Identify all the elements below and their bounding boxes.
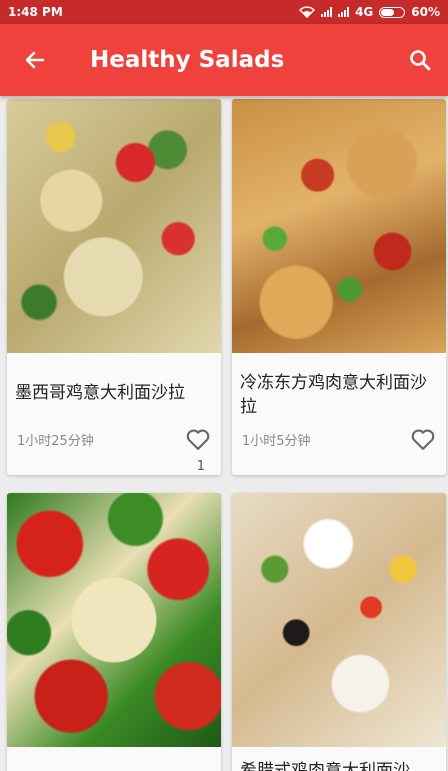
recipe-card[interactable]	[7, 493, 221, 771]
heart-outline-icon[interactable]	[408, 425, 438, 453]
arrow-left-icon	[25, 51, 45, 69]
status-icons: 4G 60%	[299, 5, 440, 19]
recipe-name: 希腊式鸡肉意大利面沙	[240, 761, 410, 771]
recipe-name: 墨西哥鸡意大利面沙拉	[15, 383, 185, 403]
back-button[interactable]	[0, 24, 70, 96]
recipe-card[interactable]: 冷冻东方鸡肉意大利面沙拉 1小时5分钟	[232, 99, 446, 475]
recipe-image[interactable]	[232, 99, 446, 353]
signal-icon-2	[338, 7, 350, 17]
battery-percent: 60%	[411, 5, 440, 19]
wifi-icon	[299, 6, 316, 18]
recipe-image[interactable]	[7, 99, 221, 353]
search-button[interactable]	[392, 24, 448, 96]
page-title: Healthy Salads	[90, 47, 285, 73]
recipe-card[interactable]: 墨西哥鸡意大利面沙拉 1小时25分钟 1	[7, 99, 221, 475]
recipe-duration: 1小时5分钟	[242, 434, 311, 449]
signal-icon	[321, 7, 333, 17]
recipe-image[interactable]	[232, 493, 446, 747]
recipe-card[interactable]: 希腊式鸡肉意大利面沙	[232, 493, 446, 771]
search-icon	[410, 50, 431, 71]
status-time: 1:48 PM	[8, 5, 63, 19]
heart-outline-icon[interactable]	[183, 425, 213, 453]
recipe-duration: 1小时25分钟	[17, 434, 94, 449]
recipe-grid: 墨西哥鸡意大利面沙拉 1小时25分钟 1 冷冻东方鸡肉意大利面沙拉 1小时5分钟…	[0, 96, 448, 771]
like-count: 1	[196, 459, 205, 474]
network-type: 4G	[355, 5, 374, 19]
app-bar: Healthy Salads	[0, 24, 448, 96]
battery-icon	[379, 6, 406, 18]
recipe-image[interactable]	[7, 493, 221, 747]
recipe-name: 冷冻东方鸡肉意大利面沙拉	[240, 373, 427, 417]
status-bar: 1:48 PM 4G 60%	[0, 0, 448, 24]
